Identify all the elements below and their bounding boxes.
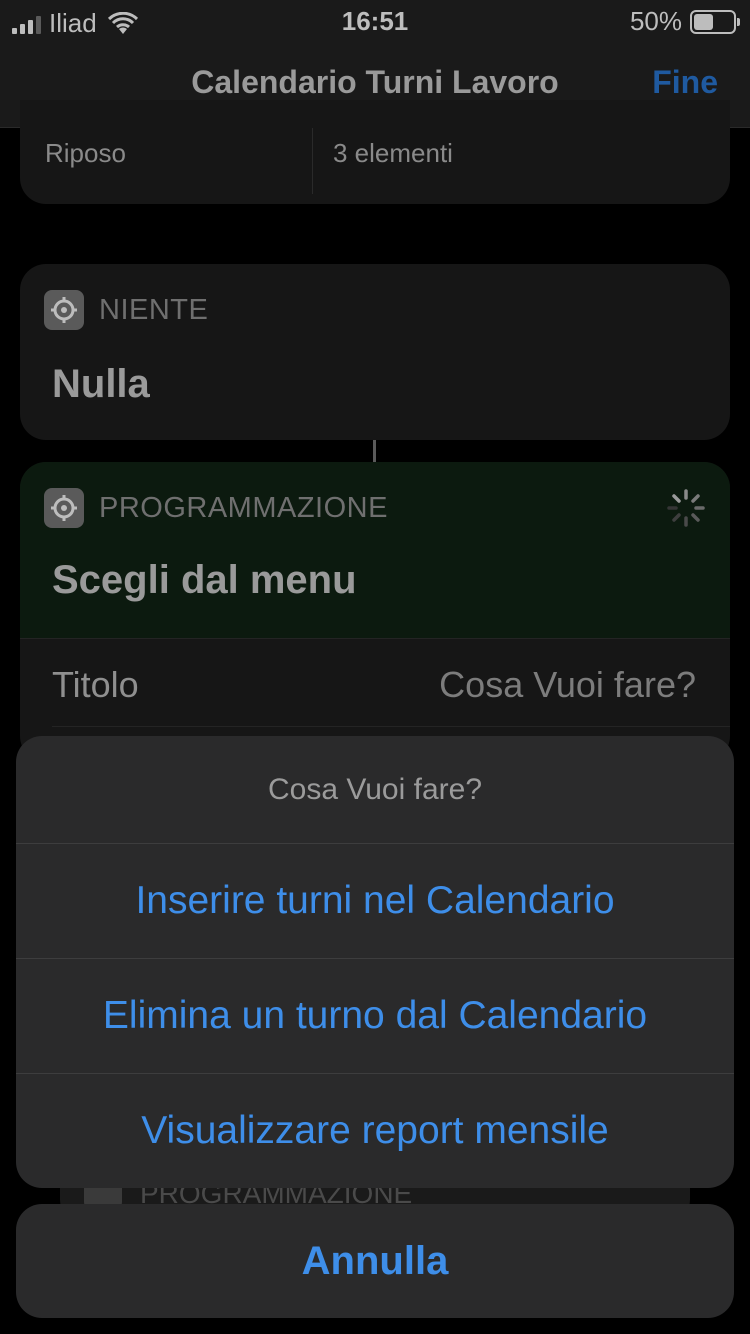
- parameter-label: Titolo: [52, 664, 139, 705]
- battery-icon: [690, 9, 740, 34]
- divider: [52, 726, 730, 727]
- action-card-niente[interactable]: NIENTE Nulla: [20, 264, 730, 440]
- action-sheet-title: Cosa Vuoi fare?: [267, 773, 482, 806]
- battery-group: 50%: [629, 6, 740, 37]
- parameter-value[interactable]: Cosa Vuoi fare?: [439, 664, 696, 706]
- page-title: Calendario Turni Lavoro: [191, 64, 559, 100]
- menu-option-inserire-turni[interactable]: Inserire turni nel Calendario: [16, 843, 734, 957]
- action-name: Scegli dal menu: [52, 558, 357, 602]
- flow-connector: [373, 440, 376, 462]
- dictionary-card: Riposo 3 elementi: [20, 100, 730, 204]
- card-header: PROGRAMMAZIONE Scegli dal menu: [20, 462, 730, 638]
- loading-spinner-icon: [667, 489, 705, 527]
- done-button[interactable]: Fine: [652, 64, 718, 101]
- parameter-row-titolo[interactable]: Titolo Cosa Vuoi fare?: [20, 638, 730, 728]
- gear-icon: [44, 488, 84, 528]
- action-category: NIENTE: [99, 294, 209, 326]
- menu-option-visualizzare-report[interactable]: Visualizzare report mensile: [16, 1073, 734, 1187]
- cancel-button[interactable]: Annulla: [16, 1204, 734, 1318]
- divider: [312, 128, 313, 194]
- gear-icon: [44, 290, 84, 330]
- action-card-programmazione[interactable]: PROGRAMMAZIONE Scegli dal menu Titolo Co…: [20, 462, 730, 762]
- menu-option-elimina-turno[interactable]: Elimina un turno dal Calendario: [16, 958, 734, 1072]
- dictionary-key[interactable]: Riposo: [45, 138, 126, 169]
- dictionary-value[interactable]: 3 elementi: [333, 138, 453, 169]
- action-category: PROGRAMMAZIONE: [99, 492, 388, 524]
- action-sheet: Cosa Vuoi fare? Inserire turni nel Calen…: [16, 736, 734, 1188]
- battery-percent: 50%: [629, 6, 682, 36]
- battery-fill: [694, 13, 713, 30]
- action-name: Nulla: [52, 362, 150, 406]
- status-bar: Iliad 16:51 50%: [0, 0, 750, 40]
